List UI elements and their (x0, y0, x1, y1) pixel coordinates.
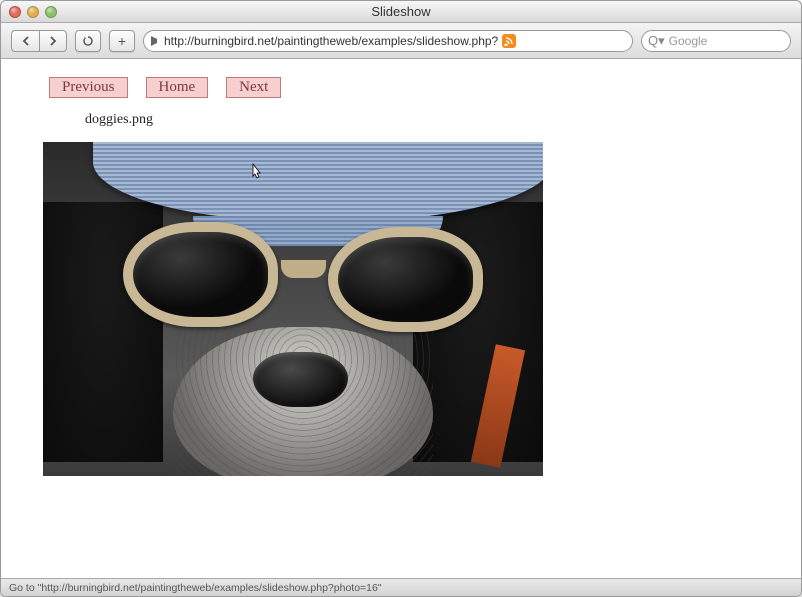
reload-button[interactable] (75, 30, 101, 52)
next-link[interactable]: Next (226, 77, 281, 98)
browser-window: Slideshow + http://burningbird.net/paint… (0, 0, 802, 597)
rss-icon[interactable] (502, 34, 516, 48)
viewport: Previous Home Next doggies.png (1, 59, 801, 578)
home-link[interactable]: Home (146, 77, 209, 98)
cursor-pointer-icon (248, 163, 264, 188)
search-qualifier: Q▾ (648, 34, 665, 47)
browser-toolbar: + http://burningbird.net/paintingtheweb/… (1, 23, 801, 59)
window-title: Slideshow (1, 4, 801, 19)
chevron-right-icon (48, 36, 58, 46)
status-bar: Go to "http://burningbird.net/paintingth… (1, 578, 801, 596)
search-bar[interactable]: Q▾ Google (641, 30, 791, 52)
url-bar[interactable]: http://burningbird.net/paintingtheweb/ex… (143, 30, 633, 52)
add-bookmark-button[interactable]: + (109, 30, 135, 52)
search-placeholder: Google (669, 34, 708, 48)
slideshow-nav: Previous Home Next (49, 77, 771, 98)
reload-icon (82, 35, 94, 47)
status-text: Go to "http://burningbird.net/paintingth… (9, 582, 382, 594)
page-body: Previous Home Next doggies.png (1, 59, 801, 494)
url-text: http://burningbird.net/paintingtheweb/ex… (164, 34, 498, 48)
plus-icon: + (118, 33, 126, 49)
back-button[interactable] (11, 30, 39, 52)
previous-link[interactable]: Previous (49, 77, 128, 98)
forward-button[interactable] (39, 30, 67, 52)
chevron-left-icon (21, 36, 31, 46)
slideshow-image (43, 142, 543, 476)
titlebar: Slideshow (1, 1, 801, 23)
site-icon (148, 35, 160, 47)
image-caption: doggies.png (85, 112, 771, 128)
nav-back-forward (11, 30, 67, 52)
